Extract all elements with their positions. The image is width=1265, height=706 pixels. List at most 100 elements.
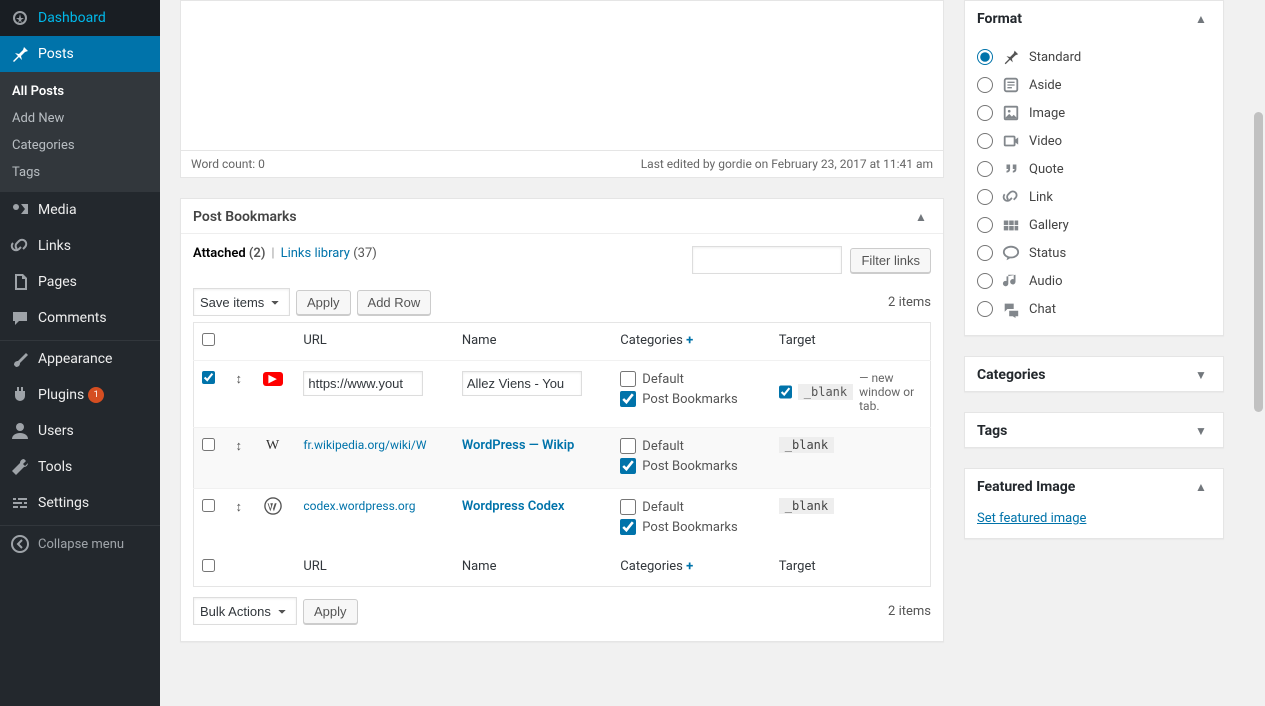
sidebar-item-label: Links bbox=[38, 238, 71, 254]
format-radio[interactable] bbox=[977, 301, 993, 317]
format-radio[interactable] bbox=[977, 273, 993, 289]
bookmarks-tabs: Attached (2) | Links library (37) bbox=[193, 246, 692, 261]
cat-postbookmarks-checkbox[interactable] bbox=[620, 519, 636, 535]
bulk-action-bottom-select[interactable]: Bulk Actions bbox=[193, 597, 297, 625]
name-input[interactable] bbox=[462, 371, 582, 396]
tab-attached[interactable]: Attached (2) bbox=[193, 246, 265, 261]
format-option-standard[interactable]: Standard bbox=[977, 43, 1211, 71]
toggle-collapse-icon[interactable]: ▼ bbox=[1191, 421, 1211, 441]
format-radio[interactable] bbox=[977, 189, 993, 205]
items-count-top: 2 items bbox=[888, 295, 931, 310]
col-target-foot: Target bbox=[771, 549, 931, 587]
format-option-aside[interactable]: Aside bbox=[977, 71, 1211, 99]
post-bookmarks-header: Post Bookmarks ▲ bbox=[181, 199, 943, 234]
sidebar-item-links[interactable]: Links bbox=[0, 228, 160, 264]
url-link[interactable]: fr.wikipedia.org/wiki/W bbox=[303, 438, 426, 452]
format-radio[interactable] bbox=[977, 105, 993, 121]
name-link[interactable]: Wordpress Codex bbox=[462, 499, 565, 514]
apply-bottom-button[interactable]: Apply bbox=[303, 599, 358, 624]
name-link[interactable]: WordPress — Wikip bbox=[462, 438, 574, 453]
format-radio[interactable] bbox=[977, 245, 993, 261]
filter-links-input[interactable] bbox=[692, 246, 842, 274]
sidebar-item-users[interactable]: Users bbox=[0, 413, 160, 449]
format-option-gallery[interactable]: Gallery bbox=[977, 211, 1211, 239]
sidebar-item-posts[interactable]: Posts bbox=[0, 36, 160, 72]
collapse-menu[interactable]: Collapse menu bbox=[0, 526, 160, 562]
sidebar-item-tools[interactable]: Tools bbox=[0, 449, 160, 485]
filter-links-button[interactable]: Filter links bbox=[850, 248, 931, 273]
row-select-checkbox[interactable] bbox=[202, 499, 215, 512]
toggle-collapse-icon[interactable]: ▲ bbox=[911, 207, 931, 227]
cat-postbookmarks-checkbox[interactable] bbox=[620, 458, 636, 474]
submenu-add-new[interactable]: Add New bbox=[0, 105, 160, 132]
video-icon bbox=[1001, 131, 1021, 151]
set-featured-image-link[interactable]: Set featured image bbox=[977, 511, 1086, 526]
add-row-button[interactable]: Add Row bbox=[357, 290, 432, 315]
format-option-image[interactable]: Image bbox=[977, 99, 1211, 127]
sidebar-item-label: Settings bbox=[38, 495, 89, 511]
sidebar-item-settings[interactable]: Settings bbox=[0, 485, 160, 521]
table-row: ↕ codex.wordpress.org Wordpress Codex De… bbox=[194, 489, 931, 550]
col-name-foot: Name bbox=[454, 549, 612, 587]
format-radio[interactable] bbox=[977, 77, 993, 93]
submenu-categories[interactable]: Categories bbox=[0, 132, 160, 159]
add-category-icon[interactable]: + bbox=[686, 559, 693, 574]
format-option-chat[interactable]: Chat bbox=[977, 295, 1211, 323]
sidebar-item-media[interactable]: Media bbox=[0, 192, 160, 228]
sidebar-item-comments[interactable]: Comments bbox=[0, 300, 160, 336]
submenu-all-posts[interactable]: All Posts bbox=[0, 78, 160, 105]
col-url[interactable]: URL bbox=[295, 323, 453, 361]
url-input[interactable] bbox=[303, 371, 423, 396]
format-radio[interactable] bbox=[977, 133, 993, 149]
plugins-update-badge: 1 bbox=[88, 387, 104, 403]
apply-top-button[interactable]: Apply bbox=[296, 290, 351, 315]
editor-body[interactable]: Word count: 0 Last edited by gordie on F… bbox=[180, 0, 944, 178]
format-option-audio[interactable]: Audio bbox=[977, 267, 1211, 295]
sidebar-item-plugins[interactable]: Plugins 1 bbox=[0, 377, 160, 413]
row-select-checkbox[interactable] bbox=[202, 438, 215, 451]
tab-links-library[interactable]: Links library (37) bbox=[281, 246, 377, 261]
sidebar-item-dashboard[interactable]: Dashboard bbox=[0, 0, 160, 36]
bulk-action-top-select[interactable]: Save items bbox=[193, 288, 290, 316]
format-option-video[interactable]: Video bbox=[977, 127, 1211, 155]
col-name[interactable]: Name bbox=[454, 323, 612, 361]
cat-default-checkbox[interactable] bbox=[620, 499, 636, 515]
comment-icon bbox=[10, 308, 30, 328]
scrollbar[interactable] bbox=[1250, 0, 1265, 706]
col-url-foot: URL bbox=[295, 549, 453, 587]
drag-handle-icon[interactable]: ↕ bbox=[227, 489, 254, 550]
cat-default-checkbox[interactable] bbox=[620, 371, 636, 387]
url-link[interactable]: codex.wordpress.org bbox=[303, 499, 415, 513]
format-option-link[interactable]: Link bbox=[977, 183, 1211, 211]
categories-metabox: Categories ▼ bbox=[964, 356, 1224, 392]
drag-handle-icon[interactable]: ↕ bbox=[227, 361, 254, 428]
format-option-status[interactable]: Status bbox=[977, 239, 1211, 267]
favicon-wordpress-icon bbox=[263, 499, 283, 513]
toggle-collapse-icon[interactable]: ▼ bbox=[1191, 365, 1211, 385]
sidebar-item-label: Appearance bbox=[38, 351, 112, 367]
sidebar-item-appearance[interactable]: Appearance bbox=[0, 341, 160, 377]
format-option-quote[interactable]: Quote bbox=[977, 155, 1211, 183]
table-row: ↕ W fr.wikipedia.org/wiki/W WordPress — … bbox=[194, 428, 931, 489]
sidebar-item-label: Tools bbox=[38, 459, 72, 475]
col-target[interactable]: Target bbox=[771, 323, 931, 361]
sidebar-item-pages[interactable]: Pages bbox=[0, 264, 160, 300]
add-category-icon[interactable]: + bbox=[686, 333, 693, 348]
target-checkbox[interactable] bbox=[779, 384, 792, 400]
format-radio[interactable] bbox=[977, 49, 993, 65]
format-radio[interactable] bbox=[977, 217, 993, 233]
cat-postbookmarks-checkbox[interactable] bbox=[620, 391, 636, 407]
featured-image-title: Featured Image bbox=[977, 479, 1075, 495]
row-select-checkbox[interactable] bbox=[202, 371, 215, 384]
format-radio[interactable] bbox=[977, 161, 993, 177]
categories-title: Categories bbox=[977, 367, 1045, 383]
select-all-bottom[interactable] bbox=[202, 559, 215, 572]
submenu-tags[interactable]: Tags bbox=[0, 159, 160, 186]
toggle-collapse-icon[interactable]: ▲ bbox=[1191, 9, 1211, 29]
scrollbar-thumb[interactable] bbox=[1254, 112, 1263, 412]
toggle-collapse-icon[interactable]: ▲ bbox=[1191, 477, 1211, 497]
select-all-top[interactable] bbox=[202, 333, 215, 346]
cat-default-checkbox[interactable] bbox=[620, 438, 636, 454]
drag-handle-icon[interactable]: ↕ bbox=[227, 428, 254, 489]
col-categories[interactable]: Categories + bbox=[612, 323, 770, 361]
